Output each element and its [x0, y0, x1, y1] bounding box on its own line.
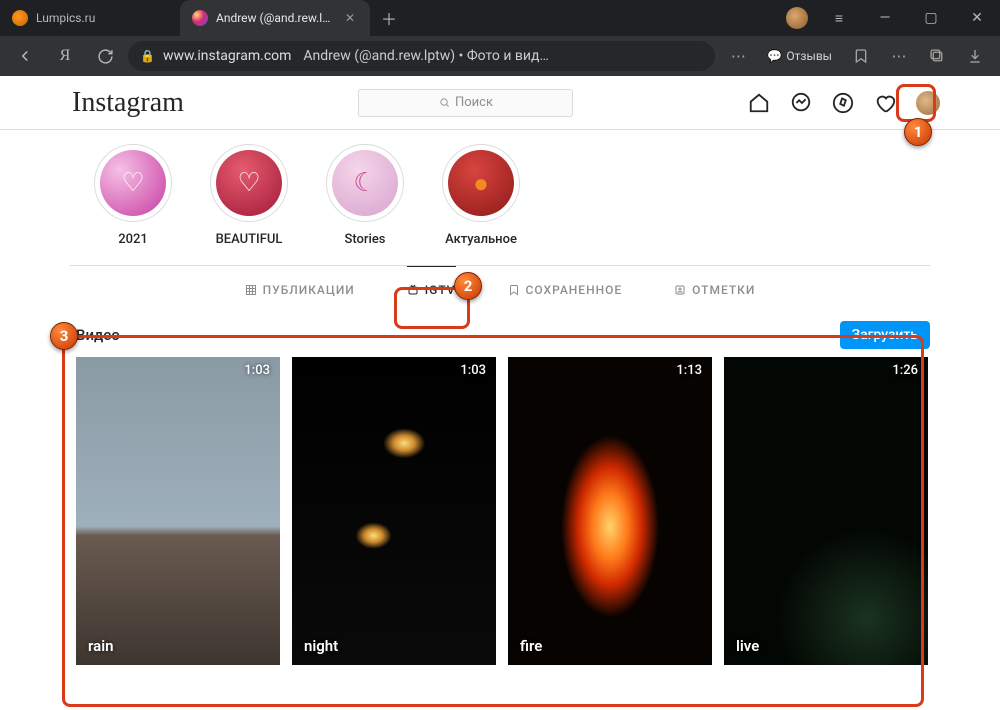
highlight-ring: ●	[442, 144, 520, 222]
bookmark-icon[interactable]	[844, 39, 878, 73]
video-title: live	[724, 627, 928, 665]
video-duration: 1:03	[460, 363, 486, 378]
highlight-label: Stories	[345, 232, 386, 247]
explore-icon[interactable]	[832, 92, 854, 114]
browser-tab-active[interactable]: Andrew (@and.rew.lptw ✕	[180, 0, 370, 36]
profile-tab-igtv[interactable]: IGTV	[407, 266, 456, 313]
highlight-label: BEAUTIFUL	[216, 232, 283, 247]
close-icon[interactable]: ✕	[342, 10, 358, 26]
close-button[interactable]: ✕	[954, 0, 1000, 36]
reload-button[interactable]	[88, 39, 122, 73]
browser-profile-avatar[interactable]	[786, 7, 808, 29]
chat-icon: 💬	[767, 49, 782, 63]
video-thumbnail[interactable]: 1:03 rain	[76, 357, 280, 665]
address-input[interactable]: 🔒 www.instagram.com Andrew (@and.rew.lpt…	[128, 41, 715, 71]
reviews-label: Отзывы	[786, 49, 832, 63]
tab-favicon-icon	[192, 10, 208, 26]
reviews-button[interactable]: 💬 Отзывы	[759, 45, 840, 67]
highlight-ring: ☾	[326, 144, 404, 222]
profile-avatar[interactable]	[916, 91, 940, 115]
tab-icon	[407, 284, 419, 296]
browser-titlebar: Lumpics.ru Andrew (@and.rew.lptw ✕ ＋ ≡ —…	[0, 0, 1000, 36]
window-controls: ≡ — ▢ ✕	[816, 0, 1000, 36]
profile-tab-публикации[interactable]: ПУБЛИКАЦИИ	[245, 266, 355, 313]
instagram-logo[interactable]: Instagram	[72, 87, 184, 119]
browser-address-bar: Я 🔒 www.instagram.com Andrew (@and.rew.l…	[0, 36, 1000, 76]
highlight-item[interactable]: ♡ BEAUTIFUL	[210, 144, 288, 247]
video-duration: 1:13	[676, 363, 702, 378]
toolbar-right: ⋯ 💬 Отзывы ⋯	[721, 39, 992, 73]
instagram-header: Instagram Поиск	[0, 76, 1000, 130]
profile-tab-отметки[interactable]: ОТМЕТКИ	[674, 266, 755, 313]
profile-tabs: ПУБЛИКАЦИИ IGTV СОХРАНЕННОЕ ОТМЕТКИ	[70, 265, 930, 313]
highlight-icon: ☾	[332, 150, 398, 216]
more-horizontal-icon[interactable]: ⋯	[721, 39, 755, 73]
video-duration: 1:26	[892, 363, 918, 378]
highlight-item[interactable]: ☾ Stories	[326, 144, 404, 247]
highlight-ring: ♡	[94, 144, 172, 222]
menu-button[interactable]: ≡	[816, 0, 862, 36]
browser-tabs: Lumpics.ru Andrew (@and.rew.lptw ✕ ＋	[0, 0, 778, 36]
messenger-icon[interactable]	[790, 92, 812, 114]
instagram-nav	[748, 91, 940, 115]
yandex-icon[interactable]: Я	[48, 39, 82, 73]
tab-label: ПУБЛИКАЦИИ	[263, 283, 355, 297]
tab-icon	[508, 284, 520, 296]
highlights-row: ♡ 2021 ♡ BEAUTIFUL ☾ Stories ● Актуальное	[0, 130, 1000, 265]
search-icon	[439, 97, 450, 108]
section-header: Видео Загрузить	[0, 313, 1000, 357]
video-thumbnail[interactable]: 1:03 night	[292, 357, 496, 665]
highlight-label: 2021	[118, 232, 148, 247]
highlight-icon: ●	[448, 150, 514, 216]
highlight-icon: ♡	[216, 150, 282, 216]
tab-label: СОХРАНЕННОЕ	[526, 283, 623, 297]
highlight-item[interactable]: ♡ 2021	[94, 144, 172, 247]
highlight-label: Актуальное	[445, 232, 517, 247]
highlight-item[interactable]: ● Актуальное	[442, 144, 520, 247]
tab-title: Lumpics.ru	[36, 11, 168, 25]
maximize-button[interactable]: ▢	[908, 0, 954, 36]
url-title: Andrew (@and.rew.lptw) • Фото и вид…	[303, 48, 548, 64]
highlight-ring: ♡	[210, 144, 288, 222]
search-placeholder: Поиск	[455, 95, 493, 110]
video-title: rain	[76, 627, 280, 665]
tab-title: Andrew (@and.rew.lptw	[216, 11, 334, 25]
page-content: Instagram Поиск ♡ 2021 ♡ BEAUTIFUL ☾ Stories ●…	[0, 76, 1000, 710]
tab-icon	[674, 284, 686, 296]
search-input[interactable]: Поиск	[358, 89, 573, 117]
tab-icon	[245, 284, 257, 296]
video-duration: 1:03	[244, 363, 270, 378]
heart-icon[interactable]	[874, 92, 896, 114]
tab-favicon-icon	[12, 10, 28, 26]
tab-label: ОТМЕТКИ	[692, 283, 755, 297]
home-icon[interactable]	[748, 92, 770, 114]
new-tab-button[interactable]: ＋	[374, 3, 404, 33]
downloads-icon[interactable]	[958, 39, 992, 73]
url-domain: www.instagram.com	[163, 48, 291, 64]
more-icon[interactable]: ⋯	[882, 39, 916, 73]
video-title: night	[292, 627, 496, 665]
back-button[interactable]	[8, 39, 42, 73]
profile-tab-сохраненное[interactable]: СОХРАНЕННОЕ	[508, 266, 623, 313]
extensions-icon[interactable]	[920, 39, 954, 73]
highlight-icon: ♡	[100, 150, 166, 216]
video-thumbnail[interactable]: 1:26 live	[724, 357, 928, 665]
browser-tab-inactive[interactable]: Lumpics.ru	[0, 0, 180, 36]
minimize-button[interactable]: —	[862, 0, 908, 36]
tab-label: IGTV	[425, 283, 456, 297]
videos-grid: 1:03 rain 1:03 night 1:13 fire 1:26 live	[0, 357, 1000, 665]
lock-icon: 🔒	[140, 49, 155, 63]
upload-button[interactable]: Загрузить	[840, 321, 930, 349]
section-title: Видео	[76, 326, 120, 344]
video-title: fire	[508, 627, 712, 665]
video-thumbnail[interactable]: 1:13 fire	[508, 357, 712, 665]
